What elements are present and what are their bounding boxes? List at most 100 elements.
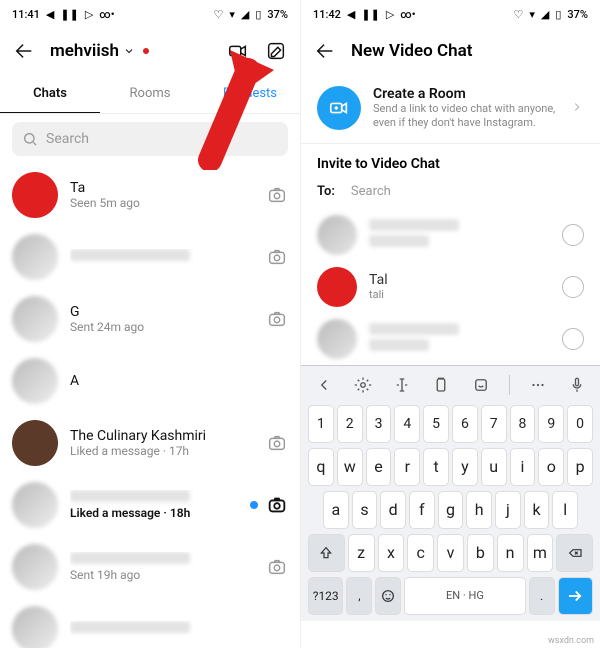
tab-chats[interactable]: Chats: [0, 74, 100, 113]
chat-row[interactable]: TaSeen 5m ago: [0, 164, 300, 226]
person-row[interactable]: Taltali: [317, 261, 584, 313]
key-a[interactable]: a: [323, 491, 349, 529]
key-w[interactable]: w: [337, 448, 363, 486]
key-8[interactable]: 8: [510, 405, 536, 443]
header: mehviish: [0, 28, 300, 74]
chat-name: G: [70, 304, 254, 320]
key-g[interactable]: g: [438, 491, 464, 529]
key-t[interactable]: t: [423, 448, 449, 486]
key-5[interactable]: 5: [423, 405, 449, 443]
key-v[interactable]: v: [437, 534, 464, 572]
back-button[interactable]: [313, 39, 337, 63]
key-symbols[interactable]: ?123: [308, 577, 343, 615]
video-call-button[interactable]: [226, 39, 250, 63]
key-i[interactable]: i: [510, 448, 536, 486]
key-period[interactable]: .: [529, 577, 555, 615]
back-button[interactable]: [12, 39, 36, 63]
key-comma[interactable]: ,: [346, 577, 372, 615]
status-time: 11:42: [313, 8, 341, 21]
radio-select[interactable]: [562, 276, 584, 298]
kbd-sticker-icon[interactable]: [470, 374, 492, 396]
kbd-clipboard-icon[interactable]: [430, 374, 452, 396]
chat-row[interactable]: Sent 19h ago: [0, 536, 300, 598]
key-9[interactable]: 9: [538, 405, 564, 443]
key-k[interactable]: k: [524, 491, 550, 529]
compose-button[interactable]: [264, 39, 288, 63]
watermark: wsxdn.com: [548, 636, 594, 646]
person-name: [369, 219, 459, 235]
key-7[interactable]: 7: [481, 405, 507, 443]
key-p[interactable]: p: [567, 448, 593, 486]
kbd-more-icon[interactable]: [527, 374, 549, 396]
key-6[interactable]: 6: [452, 405, 478, 443]
key-4[interactable]: 4: [394, 405, 420, 443]
camera-icon[interactable]: [266, 556, 288, 578]
key-backspace[interactable]: [556, 534, 593, 572]
chat-row[interactable]: Liked a message · 18h: [0, 474, 300, 536]
chat-row[interactable]: The Culinary KashmiriLiked a message · 1…: [0, 412, 300, 474]
screen-inbox: 11:41 ◀ ❚❚ ▷ ∞• ♡ ▾ ◢ ▯ 37% mehviish: [0, 0, 300, 648]
person-row[interactable]: [317, 209, 584, 261]
camera-icon[interactable]: [266, 246, 288, 268]
battery-pct: 37%: [267, 8, 288, 21]
radio-select[interactable]: [562, 224, 584, 246]
key-2[interactable]: 2: [337, 405, 363, 443]
key-y[interactable]: y: [452, 448, 478, 486]
key-shift[interactable]: [308, 534, 345, 572]
video-plus-icon: [317, 86, 361, 130]
avatar: [12, 172, 58, 218]
key-b[interactable]: b: [467, 534, 494, 572]
tab-requests[interactable]: Requests: [200, 74, 300, 113]
avatar: [317, 319, 357, 359]
key-n[interactable]: n: [497, 534, 524, 572]
kbd-cursor-icon[interactable]: [391, 374, 413, 396]
camera-icon[interactable]: [266, 184, 288, 206]
key-q[interactable]: q: [308, 448, 334, 486]
key-z[interactable]: z: [348, 534, 375, 572]
kbd-collapse-icon[interactable]: [313, 374, 335, 396]
key-c[interactable]: c: [407, 534, 434, 572]
key-d[interactable]: d: [380, 491, 406, 529]
chat-sub: Sent 24m ago: [70, 320, 254, 334]
chat-list[interactable]: TaSeen 5m ago GSent 24m ago A The Culinary …: [0, 164, 300, 648]
key-o[interactable]: o: [538, 448, 564, 486]
create-room-button[interactable]: Create a Room Send a link to video chat …: [301, 74, 600, 144]
status-icon: ▷: [85, 8, 93, 21]
camera-icon[interactable]: [266, 494, 288, 516]
key-l[interactable]: l: [552, 491, 578, 529]
page-title: New Video Chat: [351, 41, 472, 61]
key-3[interactable]: 3: [366, 405, 392, 443]
chat-row[interactable]: [0, 598, 300, 648]
person-row[interactable]: [317, 313, 584, 365]
chat-row[interactable]: GSent 24m ago: [0, 288, 300, 350]
to-search-input[interactable]: Search: [351, 184, 391, 199]
camera-icon[interactable]: [266, 432, 288, 454]
key-e[interactable]: e: [366, 448, 392, 486]
people-list[interactable]: Taltali: [301, 209, 600, 365]
key-go[interactable]: [558, 577, 593, 615]
key-u[interactable]: u: [481, 448, 507, 486]
kbd-mic-icon[interactable]: [566, 374, 588, 396]
key-m[interactable]: m: [527, 534, 554, 572]
key-emoji[interactable]: [375, 577, 401, 615]
key-j[interactable]: j: [495, 491, 521, 529]
chat-name: A: [70, 373, 276, 389]
person-username: [369, 235, 459, 250]
key-x[interactable]: x: [378, 534, 405, 572]
tab-rooms[interactable]: Rooms: [100, 74, 200, 113]
account-switcher[interactable]: mehviish: [50, 41, 149, 61]
key-space[interactable]: EN · HG: [404, 577, 525, 615]
chat-name: Ta: [70, 180, 254, 196]
camera-icon[interactable]: [266, 308, 288, 330]
key-f[interactable]: f: [409, 491, 435, 529]
key-s[interactable]: s: [352, 491, 378, 529]
key-h[interactable]: h: [466, 491, 492, 529]
kbd-settings-icon[interactable]: [352, 374, 374, 396]
radio-select[interactable]: [562, 328, 584, 350]
chat-row[interactable]: [0, 226, 300, 288]
search-input[interactable]: Search: [12, 122, 288, 156]
key-0[interactable]: 0: [567, 405, 593, 443]
chat-row[interactable]: A: [0, 350, 300, 412]
key-r[interactable]: r: [394, 448, 420, 486]
key-1[interactable]: 1: [308, 405, 334, 443]
